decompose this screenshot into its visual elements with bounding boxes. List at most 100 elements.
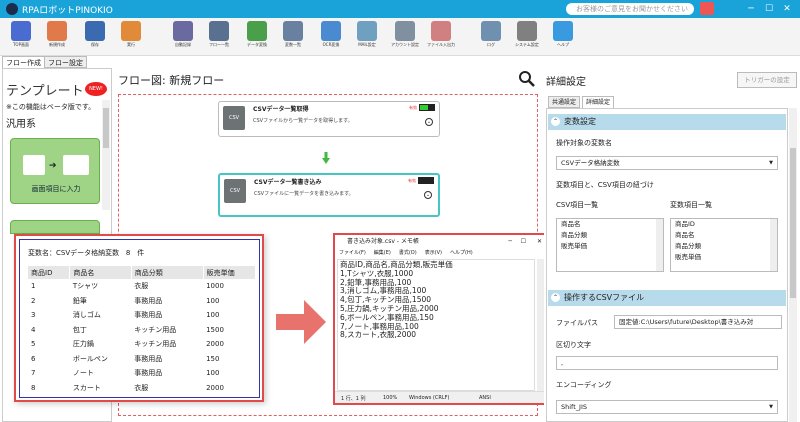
- toolbar-button-home[interactable]: TOP画面: [4, 19, 38, 55]
- toolbar-button-save[interactable]: 保存: [78, 19, 112, 55]
- toolbar-button-mail[interactable]: MAIL設定: [350, 19, 384, 55]
- table-cell: 事務用品: [134, 369, 163, 378]
- table-cell: 100: [206, 369, 220, 378]
- toolbar-button-data-convert[interactable]: データ変換: [240, 19, 274, 55]
- csv-icon: CSV: [223, 106, 245, 130]
- toolbar-button-ocr[interactable]: OCR変換: [314, 19, 348, 55]
- keyboard-icon: [63, 155, 89, 175]
- list-item[interactable]: 商品名: [675, 230, 777, 241]
- flow-node-csv-read[interactable]: CSV CSVデータ一覧取得 CSVファイルから一覧データを取得します。 有効 …: [218, 101, 440, 137]
- log-icon: [481, 21, 501, 41]
- notepad-menu-item[interactable]: ファイル(F): [339, 250, 366, 256]
- toolbar-button-new-file[interactable]: 新規作成: [40, 19, 74, 55]
- toolbar-button-label: データ変換: [247, 42, 267, 47]
- encoding-label: エンコーディング: [556, 381, 612, 389]
- csv-file-section-title: 操作するCSVファイル: [564, 293, 645, 302]
- tab-flow-create[interactable]: フロー作成: [2, 56, 45, 68]
- close-icon[interactable]: ✕: [780, 3, 794, 15]
- minimize-icon[interactable]: ─: [744, 3, 758, 15]
- node-title: CSVデータ一覧書き込み: [254, 179, 322, 186]
- flow-node-csv-write[interactable]: CSV CSVデータ一覧書き込み CSVファイルに一覧データを書き込みます。 有…: [218, 173, 440, 217]
- table-cell: 事務用品: [134, 296, 163, 305]
- variable-label: 変数名：: [28, 249, 56, 257]
- arrow-down-icon: [322, 152, 330, 164]
- csv-file-section-header[interactable]: ⌃ 操作するCSVファイル: [548, 290, 786, 306]
- notepad-menu-item[interactable]: 表示(V): [425, 250, 442, 256]
- template-scrollbar[interactable]: [102, 100, 110, 210]
- maximize-icon[interactable]: ☐: [521, 235, 526, 249]
- list-scrollbar[interactable]: [656, 219, 663, 271]
- feedback-link[interactable]: お客様のご意見をお聞かせください: [566, 3, 694, 15]
- enable-toggle[interactable]: [419, 104, 435, 111]
- table-cell: 消しゴム: [72, 311, 101, 320]
- csv-items-list[interactable]: 商品名 商品分類 販売単価: [556, 218, 664, 272]
- toolbar-button-label: ファイル入出力: [427, 42, 455, 47]
- table-cell: 衣服: [134, 282, 149, 291]
- variable-table: 商品ID 商品名 商品分類 販売単価 1 Tシャツ 衣服 1000 2 鉛筆 事務用品 100 3 消しゴ…: [28, 266, 257, 395]
- list-scrollbar[interactable]: [770, 219, 777, 271]
- list-item[interactable]: 商品分類: [675, 241, 777, 252]
- toolbar-button-log[interactable]: ログ: [474, 19, 508, 55]
- enable-toggle[interactable]: [418, 177, 434, 184]
- toolbar-button-account[interactable]: アカウント設定: [388, 19, 422, 55]
- beta-note: ※この機能はベータ版です。: [6, 103, 96, 111]
- tab-common-settings[interactable]: 共通設定: [548, 96, 581, 108]
- toolbar-button-variable-list[interactable]: 変数一覧: [276, 19, 310, 55]
- thumbs-down-icon[interactable]: [700, 2, 714, 15]
- target-var-value: CSVデータ格納変数: [561, 159, 620, 167]
- toolbar-button-flow-list[interactable]: フロー一覧: [202, 19, 236, 55]
- encoding-value: Shift_JIS: [561, 403, 587, 411]
- template-card-input[interactable]: ➔ 画面項目に入力: [10, 138, 100, 204]
- encoding-select[interactable]: Shift_JIS ▼: [556, 400, 778, 414]
- notepad-text[interactable]: 商品ID,商品名,商品分類,販売単価 1,Tシャツ,衣服,1000 2,鉛筆,事務用…: [337, 259, 535, 391]
- tab-detail-settings[interactable]: 詳細設定: [582, 96, 615, 108]
- table-row: 1 Tシャツ 衣服 1000: [28, 279, 256, 294]
- chevron-up-icon: ⌃: [551, 293, 560, 302]
- var-items-list[interactable]: 商品ID 商品名 商品分類 販売単価: [670, 218, 778, 272]
- table-header: 商品ID 商品名 商品分類 販売単価: [28, 266, 257, 279]
- table-cell: 1500: [206, 325, 224, 334]
- table-cell: 3: [31, 311, 36, 320]
- list-item[interactable]: 商品ID: [675, 219, 777, 230]
- close-icon[interactable]: ✕: [537, 235, 542, 249]
- search-icon[interactable]: [518, 70, 536, 88]
- chevron-down-icon[interactable]: ⌄: [425, 118, 433, 126]
- toolbar-button-gear[interactable]: システム設定: [510, 19, 544, 55]
- csv-items-label: CSV項目一覧: [556, 201, 599, 209]
- table-cell: ボールペン: [72, 354, 108, 363]
- notepad-menu-item[interactable]: 書式(O): [399, 250, 417, 256]
- list-item[interactable]: 商品分類: [561, 230, 663, 241]
- toolbar-button-label: システム設定: [515, 42, 539, 47]
- table-cell: 1: [31, 282, 36, 291]
- template-card-green[interactable]: [10, 220, 100, 234]
- list-item[interactable]: 商品名: [561, 219, 663, 230]
- toolbar-button-file-io[interactable]: ファイル入出力: [424, 19, 458, 55]
- notepad-menu-item[interactable]: ヘルプ(H): [450, 250, 473, 256]
- file-path-input[interactable]: 固定値:C:\Users\future\Desktop\書き込み対: [614, 315, 782, 329]
- toolbar-button-run[interactable]: 実行: [114, 19, 148, 55]
- minimize-icon[interactable]: ─: [508, 235, 512, 249]
- trigger-settings-button[interactable]: トリガーの設定: [737, 72, 797, 88]
- tab-flow-settings[interactable]: フロー設定: [44, 56, 87, 68]
- table-cell: スカート: [72, 383, 101, 392]
- category-label: 汎用系: [6, 119, 36, 130]
- detail-scrollbar[interactable]: [789, 108, 797, 422]
- toolbar-button-label: アカウント設定: [391, 42, 419, 47]
- toolbar-button-help[interactable]: ヘルプ: [546, 19, 580, 55]
- toolbar-button-record[interactable]: 自動記録: [166, 19, 200, 55]
- target-var-select[interactable]: CSVデータ格納変数 ▼: [556, 156, 778, 170]
- notepad-menu-item[interactable]: 編集(E): [374, 250, 391, 256]
- table-row: 5 圧力鍋 キッチン用品 2000: [28, 337, 256, 352]
- chevron-down-icon[interactable]: ⌄: [424, 191, 432, 199]
- toolbar-button-label: フロー一覧: [209, 42, 229, 47]
- chevron-up-icon: ⌃: [551, 117, 560, 126]
- notepad-menu: ファイル(F) 編集(E) 書式(O) 表示(V) ヘルプ(H): [335, 249, 548, 259]
- list-item[interactable]: 販売単価: [675, 252, 777, 263]
- delimiter-input[interactable]: ,: [556, 356, 778, 370]
- flow-title: フロー図: 新規フロー: [118, 74, 225, 87]
- variable-section-header[interactable]: ⌃ 変数設定: [548, 114, 786, 130]
- maximize-icon[interactable]: ☐: [762, 3, 776, 15]
- list-item[interactable]: 販売単価: [561, 241, 663, 252]
- new-badge: NEW!: [85, 82, 107, 96]
- toolbar-button-label: TOP画面: [12, 42, 29, 47]
